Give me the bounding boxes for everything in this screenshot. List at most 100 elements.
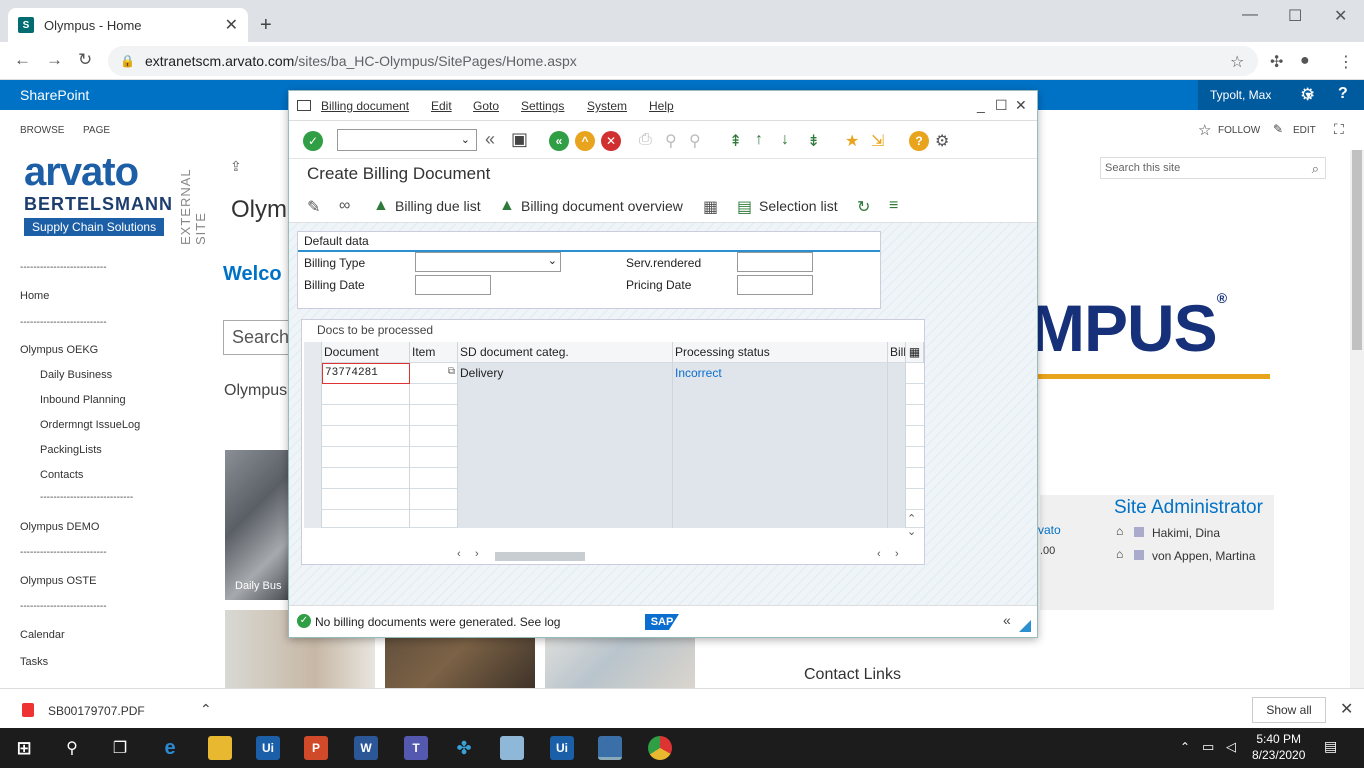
save-icon[interactable]: ▣ xyxy=(511,129,528,150)
table-vertical-scroll[interactable]: ⌃ ⌄ xyxy=(907,512,916,538)
table-row[interactable] xyxy=(304,405,924,426)
internet-explorer-icon[interactable]: e xyxy=(158,736,182,760)
maximize-window-icon[interactable]: ☐ xyxy=(1288,6,1302,26)
settings-gear-icon[interactable]: ⚙ xyxy=(1300,85,1315,105)
table-row[interactable] xyxy=(304,426,924,447)
resize-grip-icon[interactable] xyxy=(1019,620,1031,632)
nav-olympus-oste[interactable]: Olympus OSTE xyxy=(20,575,96,587)
pricing-date-field[interactable] xyxy=(737,275,813,295)
cell-document-input[interactable]: 73774281 xyxy=(322,363,410,384)
nav-inbound-planning[interactable]: Inbound Planning xyxy=(40,394,126,406)
system-clock[interactable]: 5:40 PM 8/23/2020 xyxy=(1252,731,1305,763)
cell-status-link[interactable]: Incorrect xyxy=(673,363,888,384)
customize-layout-icon[interactable]: ⚙ xyxy=(935,131,949,151)
help-icon[interactable]: ? xyxy=(909,131,929,151)
network-app-icon[interactable]: ✤ xyxy=(452,736,476,760)
sap-minimize-icon[interactable]: _ xyxy=(977,97,985,113)
billing-date-field[interactable] xyxy=(415,275,491,295)
show-all-button[interactable]: Show all xyxy=(1252,697,1326,723)
daily-business-tile[interactable]: Daily Bus xyxy=(225,450,295,600)
tab-browse[interactable]: BROWSE xyxy=(20,125,64,136)
create-session-icon[interactable]: ★ xyxy=(845,131,859,151)
cell-item[interactable]: ⧉ xyxy=(410,363,458,384)
nav-olympus-demo[interactable]: Olympus DEMO xyxy=(20,521,99,533)
page-scrollbar[interactable] xyxy=(1350,150,1364,688)
follow-star-icon[interactable]: ☆ xyxy=(1198,121,1211,139)
forward-icon[interactable]: → xyxy=(46,50,63,70)
word-icon[interactable]: W xyxy=(354,736,378,760)
scroll-right-icon[interactable]: › xyxy=(475,548,479,560)
table-row[interactable] xyxy=(304,384,924,405)
reload-icon[interactable]: ↻ xyxy=(78,50,92,70)
sap-menu-icon[interactable] xyxy=(297,100,311,111)
previous-page-icon[interactable]: ↑ xyxy=(755,131,763,149)
menu-edit[interactable]: Edit xyxy=(431,99,452,113)
calendar-icon[interactable]: ▦ xyxy=(703,197,718,217)
uipath-icon[interactable]: Ui xyxy=(256,736,280,760)
billing-type-select[interactable]: ⌄ xyxy=(415,252,561,272)
admin-entry[interactable]: ⌂ von Appen, Martina xyxy=(1116,547,1255,563)
scroll-right-icon[interactable]: › xyxy=(895,548,899,560)
powerpoint-icon[interactable]: P xyxy=(304,736,328,760)
exit-icon[interactable]: ^ xyxy=(575,131,595,151)
billing-due-list-button[interactable]: Billing due list xyxy=(395,198,481,214)
network-icon[interactable]: ▭ xyxy=(1202,739,1214,755)
arvato-logo[interactable]: arvato BERTELSMANN Supply Chain Solution… xyxy=(24,152,174,242)
billing-document-overview-button[interactable]: Billing document overview xyxy=(521,198,683,214)
sap-maximize-icon[interactable]: ☐ xyxy=(995,97,1008,114)
browser-menu-icon[interactable]: ⋮ xyxy=(1338,52,1354,72)
content-search-input[interactable]: Search xyxy=(223,320,293,355)
volume-muted-icon[interactable]: ◁ xyxy=(1226,739,1236,755)
edit-pencil-icon[interactable]: ✎ xyxy=(1273,122,1283,136)
add-list-icon[interactable]: ≡ xyxy=(889,197,898,215)
nav-daily-business[interactable]: Daily Business xyxy=(40,369,112,381)
bookmark-star-icon[interactable]: ☆ xyxy=(1230,52,1244,72)
table-settings-icon[interactable]: ▦ xyxy=(906,342,924,363)
column-header-categ[interactable]: SD document categ. xyxy=(458,342,673,363)
extensions-icon[interactable]: ✣ xyxy=(1270,52,1283,72)
display-glasses-icon[interactable]: ∞ xyxy=(339,197,350,215)
menu-help[interactable]: Help xyxy=(649,99,674,113)
chevron-up-icon[interactable]: ⌃ xyxy=(200,701,212,718)
shortcut-icon[interactable]: ⇲ xyxy=(871,131,884,151)
edit-button[interactable]: EDIT xyxy=(1293,125,1316,136)
serv-rendered-field[interactable] xyxy=(737,252,813,272)
refresh-check-icon[interactable]: ↻ xyxy=(857,197,870,217)
help-icon[interactable]: ? xyxy=(1338,85,1348,103)
url-input[interactable]: 🔒 extranetscm.arvato.com /sites/ba_HC-Ol… xyxy=(108,46,1258,76)
column-header-item[interactable]: Item xyxy=(410,342,458,363)
chrome-icon[interactable] xyxy=(648,736,672,760)
table-row[interactable] xyxy=(304,447,924,468)
scrollbar-thumb[interactable] xyxy=(1352,150,1362,350)
menu-billing-document[interactable]: Billing document xyxy=(321,99,409,113)
menu-goto[interactable]: Goto xyxy=(473,99,499,113)
profile-icon[interactable]: ● xyxy=(1300,52,1310,70)
table-row[interactable]: 73774281 ⧉ Delivery Incorrect xyxy=(304,363,924,384)
sap-logon-icon[interactable] xyxy=(598,736,622,760)
site-search-input[interactable]: Search this site ⌕ xyxy=(1100,157,1326,179)
column-header-document[interactable]: Document xyxy=(322,342,410,363)
nav-ordermgmt-issuelog[interactable]: Ordermngt IssueLog xyxy=(40,419,140,431)
nav-tasks[interactable]: Tasks xyxy=(20,656,48,668)
focus-content-icon[interactable]: ⛶ xyxy=(1334,121,1344,138)
cancel-icon[interactable]: ✕ xyxy=(601,131,621,151)
close-download-bar-icon[interactable]: ✕ xyxy=(1340,699,1353,719)
table-row[interactable] xyxy=(304,468,924,489)
close-window-icon[interactable]: ✕ xyxy=(1334,6,1347,26)
table-row[interactable] xyxy=(304,510,924,528)
last-page-icon[interactable]: ⇟ xyxy=(807,131,820,151)
nav-calendar[interactable]: Calendar xyxy=(20,629,65,641)
table-horizontal-scroll[interactable]: ‹ › ‹ › xyxy=(457,548,907,564)
scroll-left-icon[interactable]: ‹ xyxy=(877,548,881,560)
notifications-icon[interactable]: ▤ xyxy=(1324,738,1337,755)
teams-icon[interactable]: T xyxy=(404,736,428,760)
tray-expand-icon[interactable]: ⌃ xyxy=(1180,740,1190,754)
nav-contacts[interactable]: Contacts xyxy=(40,469,83,481)
selection-list-button[interactable]: Selection list xyxy=(759,198,838,214)
task-view-icon[interactable]: ❐ xyxy=(108,736,132,760)
scroll-up-icon[interactable]: ⌃ xyxy=(907,512,916,525)
back-icon[interactable]: « xyxy=(549,131,569,151)
search-icon[interactable]: ⌕ xyxy=(1312,161,1319,177)
edit-pencil-icon[interactable]: ✎ xyxy=(307,197,320,217)
back-icon[interactable]: ← xyxy=(14,50,31,70)
